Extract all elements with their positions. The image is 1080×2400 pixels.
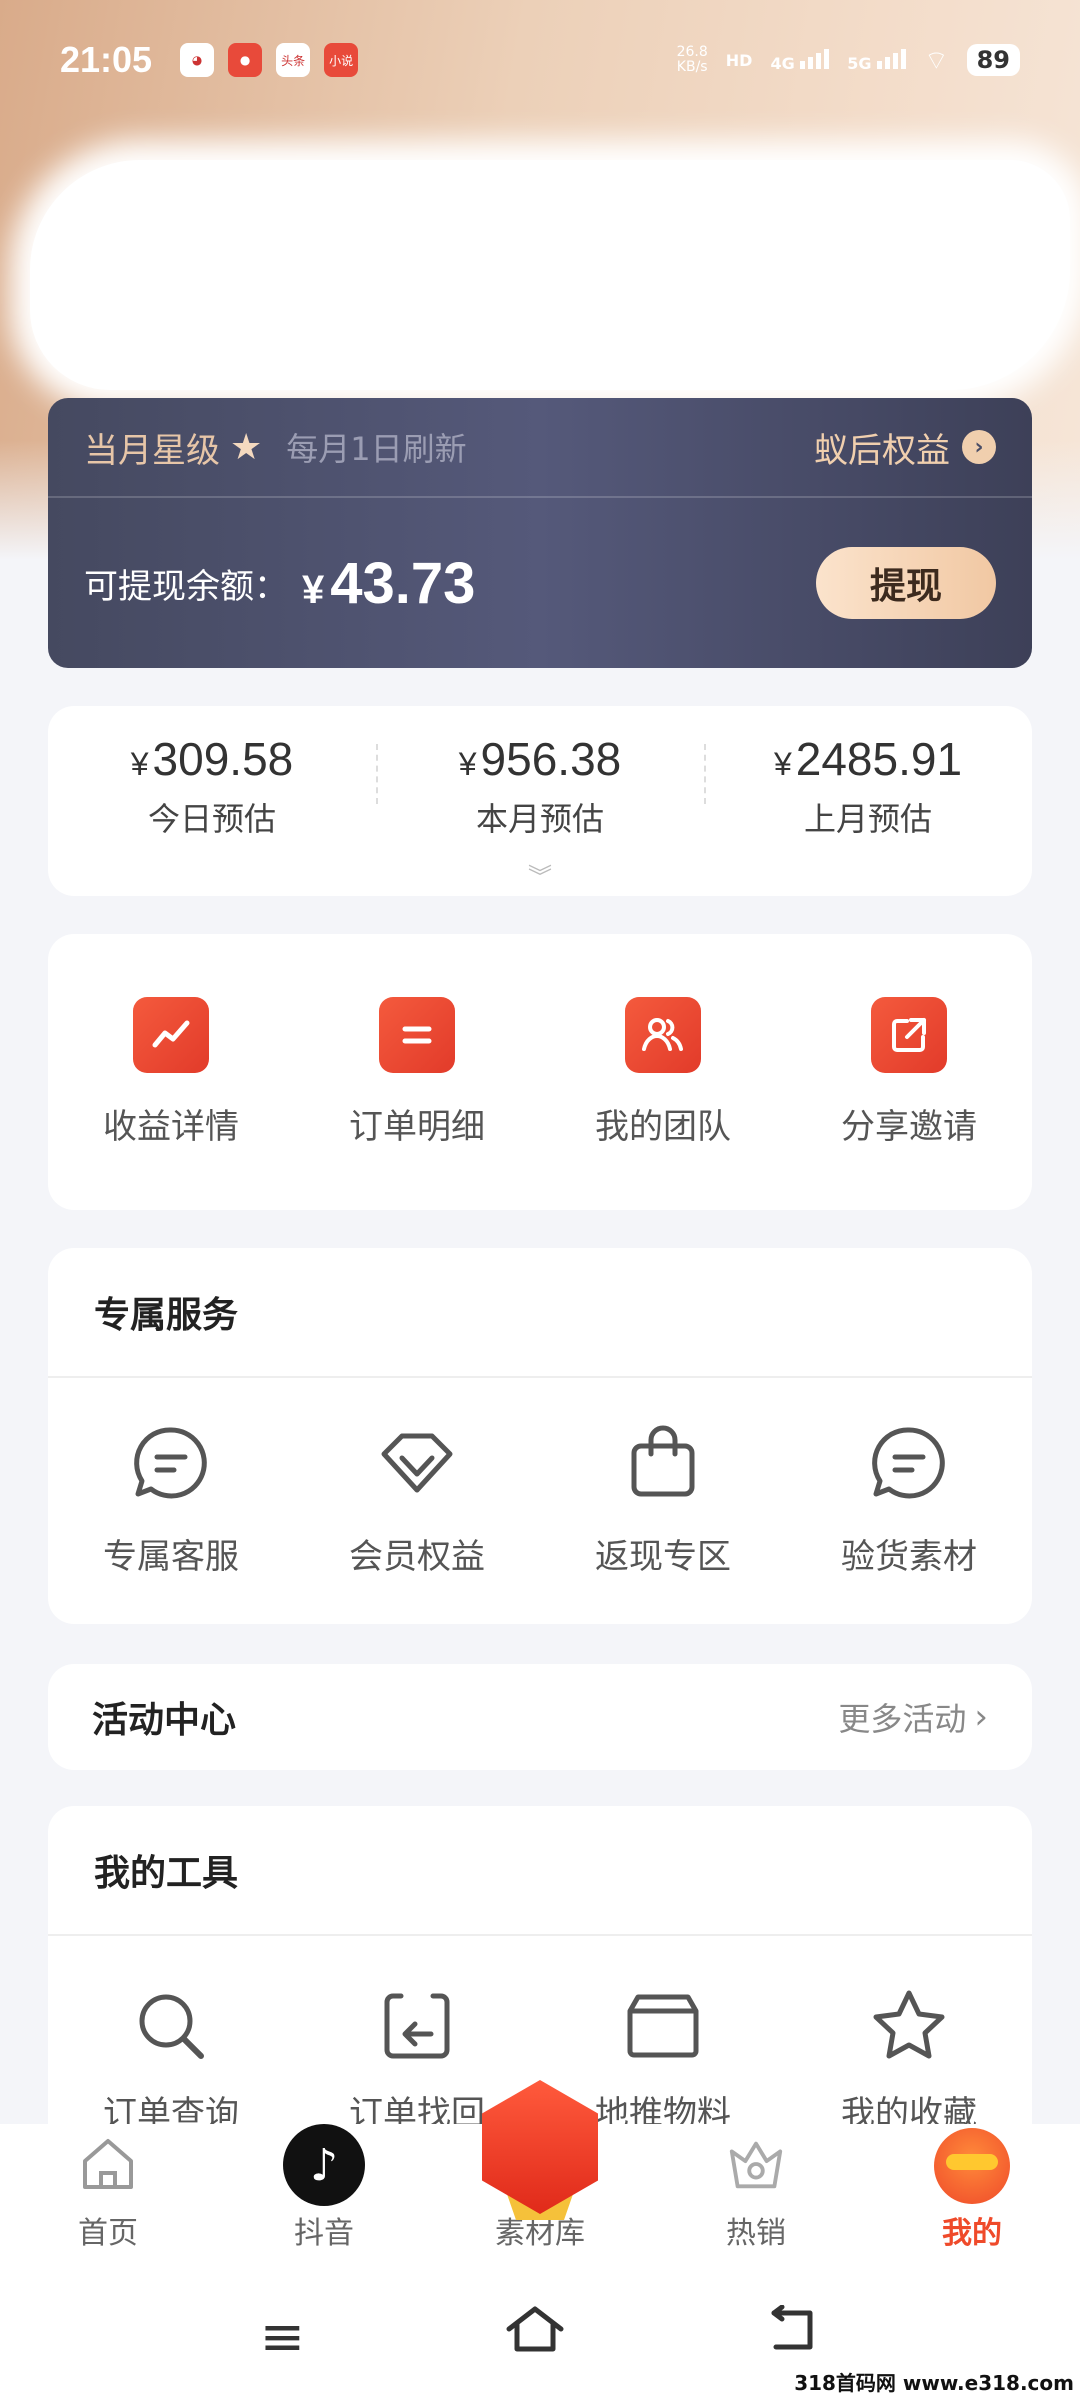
my-team-label: 我的团队 bbox=[595, 1106, 731, 1147]
today-estimate-value: ¥309.58 bbox=[130, 733, 294, 785]
novel-notification-icon: 小说 bbox=[324, 43, 359, 77]
nav-home-label: 首页 bbox=[78, 2216, 138, 2251]
activity-center-panel: 活动中心 更多活动 › bbox=[48, 1664, 1032, 1770]
app-notification-icon: ◕ bbox=[180, 43, 215, 77]
back-icon[interactable] bbox=[764, 2304, 820, 2368]
member-rights-button[interactable]: 会员权益 bbox=[294, 1423, 540, 1578]
hot-sale-icon bbox=[726, 2134, 786, 2194]
member-rights-label: 会员权益 bbox=[349, 1536, 485, 1577]
refresh-note: 每月1日刷新 bbox=[286, 430, 467, 468]
my-tools-title: 我的工具 bbox=[48, 1806, 1032, 1936]
search-icon bbox=[131, 1986, 211, 2066]
last-month-estimate-label: 上月预估 bbox=[803, 800, 932, 838]
folder-icon bbox=[623, 1986, 703, 2066]
exclusive-support-button[interactable]: 专属客服 bbox=[48, 1423, 294, 1578]
nav-hot-sale-label: 热销 bbox=[726, 2216, 786, 2251]
chevron-right-icon: › bbox=[962, 430, 996, 464]
share-icon bbox=[871, 996, 947, 1073]
nav-hot-sale[interactable]: 热销 bbox=[648, 2134, 864, 2252]
last-month-estimate-value: ¥2485.91 bbox=[773, 733, 963, 785]
exclusive-services-title: 专属服务 bbox=[48, 1248, 1032, 1378]
exclusive-support-label: 专属客服 bbox=[103, 1536, 239, 1577]
hd-icon: HD bbox=[725, 50, 753, 70]
month-estimate[interactable]: ¥956.38 本月预估 bbox=[376, 732, 704, 840]
vip-balance-card: 当月星级 ★ 每月1日刷新 蚁后权益 › 可提现余额： ¥43.73 提现 bbox=[48, 398, 1032, 668]
team-icon bbox=[625, 996, 701, 1073]
my-team-button[interactable]: 我的团队 bbox=[540, 996, 786, 1148]
mine-icon bbox=[934, 2128, 1010, 2204]
more-activities-link[interactable]: 更多活动 › bbox=[838, 1694, 988, 1740]
nav-mine-label: 我的 bbox=[942, 2216, 1002, 2251]
withdrawable-balance-value: ¥43.73 bbox=[302, 550, 476, 616]
star-icon bbox=[869, 1986, 949, 2066]
nav-douyin-label: 抖音 bbox=[294, 2216, 354, 2251]
withdraw-button[interactable]: 提现 bbox=[816, 547, 996, 619]
monthly-star-level-label: 当月星级 bbox=[84, 430, 220, 471]
chevron-right-icon: › bbox=[974, 1697, 988, 1737]
exclusive-services-panel: 专属服务 专属客服 会员权益 返现专区 验货素材 bbox=[48, 1248, 1032, 1624]
home-icon bbox=[78, 2134, 138, 2194]
app-notification-icon: ● bbox=[228, 43, 263, 77]
share-invite-button[interactable]: 分享邀请 bbox=[786, 996, 1032, 1148]
home-system-icon[interactable] bbox=[505, 2305, 565, 2368]
month-estimate-value: ¥956.38 bbox=[458, 733, 622, 785]
order-detail-label: 订单明细 bbox=[349, 1106, 485, 1147]
list-icon bbox=[379, 996, 455, 1073]
chat-bubble-icon bbox=[131, 1423, 211, 1503]
withdrawable-balance-label: 可提现余额： bbox=[84, 566, 288, 607]
cashback-zone-button[interactable]: 返现专区 bbox=[540, 1423, 786, 1578]
menu-icon[interactable]: ≡ bbox=[260, 2305, 305, 2368]
queen-rights-label: 蚁后权益 bbox=[814, 430, 950, 471]
inspection-material-label: 验货素材 bbox=[841, 1536, 977, 1577]
return-icon bbox=[377, 1986, 457, 2066]
inspection-material-button[interactable]: 验货素材 bbox=[786, 1423, 1032, 1578]
star-icon: ★ bbox=[230, 426, 263, 468]
more-activities-label: 更多活动 bbox=[838, 1700, 967, 1738]
chat-bubble-icon bbox=[869, 1423, 949, 1503]
signal-4g-icon: 4G bbox=[770, 47, 830, 73]
earnings-detail-button[interactable]: 收益详情 bbox=[48, 996, 294, 1148]
share-invite-label: 分享邀请 bbox=[841, 1106, 977, 1147]
diamond-icon bbox=[377, 1423, 457, 1503]
toutiao-notification-icon: 头条 bbox=[276, 43, 311, 77]
today-estimate-label: 今日预估 bbox=[147, 800, 276, 838]
queen-rights-link[interactable]: 蚁后权益 › bbox=[814, 423, 996, 472]
earnings-estimate-panel: ¥309.58 今日预估 ¥956.38 本月预估 ¥2485.91 上月预估 … bbox=[48, 706, 1032, 896]
status-time: 21:05 bbox=[60, 39, 153, 80]
nav-douyin[interactable]: ♪ 抖音 bbox=[216, 2124, 432, 2252]
watermark: 318首码网 www.e318.com bbox=[794, 2371, 1074, 2395]
chevron-down-icon[interactable]: ︾ bbox=[528, 857, 552, 892]
order-detail-button[interactable]: 订单明细 bbox=[294, 996, 540, 1148]
signal-5g-icon: 5G bbox=[847, 47, 907, 73]
tiktok-icon: ♪ bbox=[283, 2124, 365, 2206]
nav-home[interactable]: 首页 bbox=[0, 2134, 216, 2252]
redacted-profile-area bbox=[30, 160, 1070, 390]
trend-chart-icon bbox=[133, 996, 209, 1073]
earnings-detail-label: 收益详情 bbox=[103, 1106, 239, 1147]
nav-mine[interactable]: 我的 bbox=[864, 2128, 1080, 2252]
month-estimate-label: 本月预估 bbox=[475, 800, 604, 838]
notification-icons: ◕ ● 头条 小说 bbox=[180, 43, 359, 77]
cashback-zone-label: 返现专区 bbox=[595, 1536, 731, 1577]
battery-level: 89 bbox=[966, 44, 1020, 76]
today-estimate[interactable]: ¥309.58 今日预估 bbox=[48, 732, 376, 840]
wifi-icon: ⌔ bbox=[924, 45, 949, 76]
my-favorites-button[interactable]: 我的收藏 bbox=[786, 1986, 1032, 2135]
network-speed: 26.8 KB/s bbox=[676, 44, 708, 75]
shopping-bag-icon bbox=[623, 1423, 703, 1503]
last-month-estimate[interactable]: ¥2485.91 上月预估 bbox=[704, 732, 1032, 840]
activity-center-title: 活动中心 bbox=[92, 1700, 237, 1741]
order-query-button[interactable]: 订单查询 bbox=[48, 1986, 294, 2135]
quick-actions-panel: 收益详情 订单明细 我的团队 分享邀请 bbox=[48, 934, 1032, 1210]
status-bar: 21:05 ◕ ● 头条 小说 26.8 KB/s HD 4G 5G ⌔ 89 bbox=[0, 0, 1080, 120]
